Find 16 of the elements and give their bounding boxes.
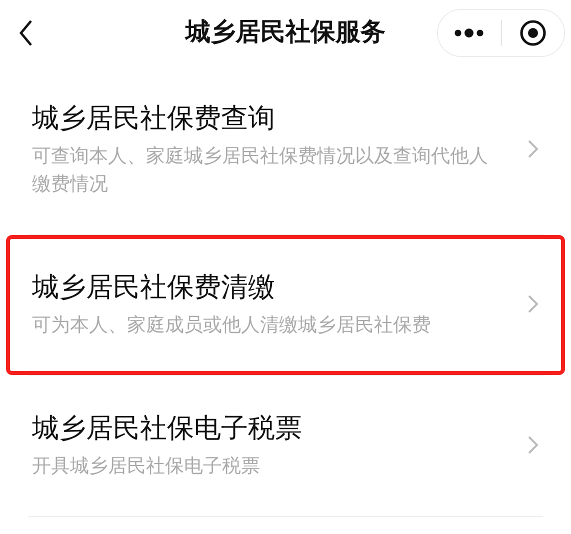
service-item[interactable]: 城乡居民社保电子税票 开具城乡居民社保电子税票 (6, 376, 565, 516)
service-item[interactable]: 城乡居民社保费清缴 可为本人、家庭成员或他人清缴城乡居民社保费 (6, 235, 565, 375)
service-description: 可为本人、家庭成员或他人清缴城乡居民社保费 (32, 313, 432, 338)
chevron-right-icon (527, 139, 539, 159)
service-title: 城乡居民社保电子税票 (32, 412, 303, 446)
back-icon (18, 19, 34, 47)
service-title: 城乡居民社保费清缴 (32, 271, 276, 305)
circle-dot-icon (518, 19, 547, 47)
service-title: 城乡居民社保费查询 (32, 102, 276, 136)
service-description: 开具城乡居民社保电子税票 (32, 454, 261, 479)
chevron-right-icon (527, 294, 539, 314)
service-item[interactable]: 城乡居民社保费查询 可查询本人、家庭城乡居民社保费情况以及查询代他人缴费情况 (6, 66, 565, 234)
chevron-right-icon (527, 435, 539, 455)
service-description: 可查询本人、家庭城乡居民社保费情况以及查询代他人缴费情况 (32, 144, 489, 197)
more-icon (454, 28, 484, 38)
page-title: 城乡居民社保服务 (186, 17, 386, 46)
